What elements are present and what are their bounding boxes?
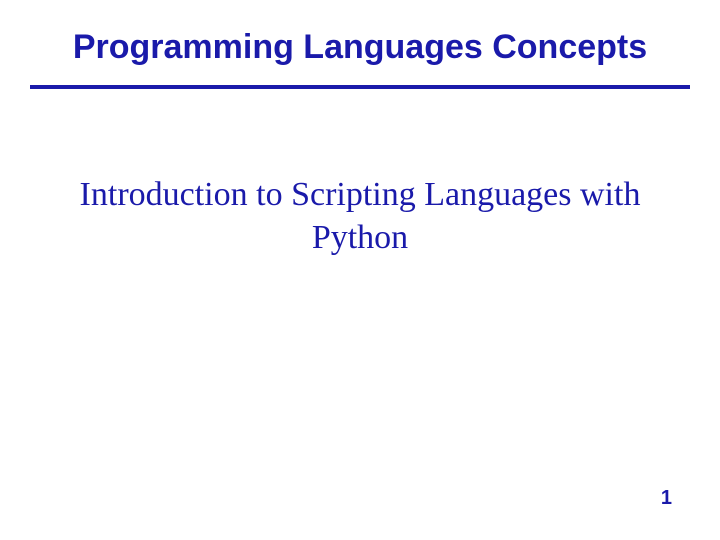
- slide-container: Programming Languages Concepts Introduct…: [0, 0, 720, 540]
- title-divider: [30, 85, 690, 89]
- slide-subtitle: Introduction to Scripting Languages with…: [40, 174, 680, 259]
- slide-title: Programming Languages Concepts: [40, 28, 680, 67]
- page-number: 1: [661, 487, 672, 510]
